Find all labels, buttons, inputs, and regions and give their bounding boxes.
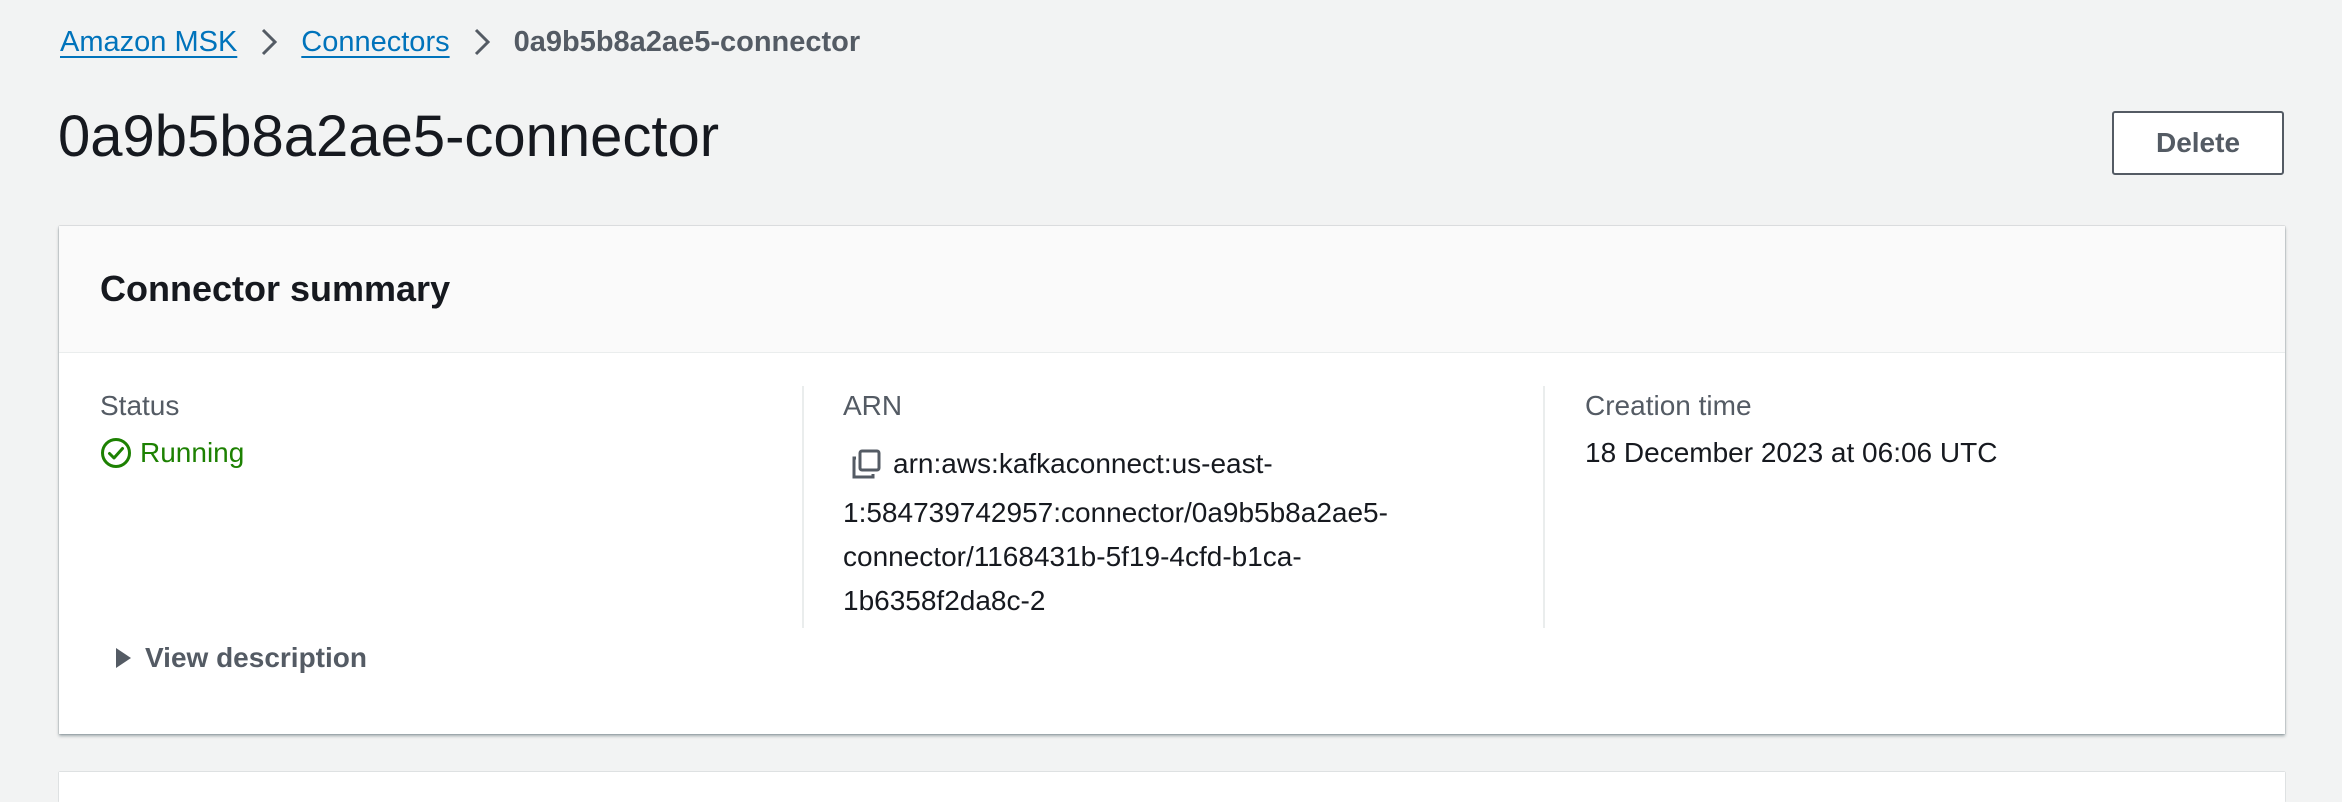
breadcrumb-link-amazon-msk[interactable]: Amazon MSK (60, 26, 237, 59)
chevron-right-icon (252, 22, 286, 62)
summary-header: Connector summary (59, 226, 2285, 353)
summary-title: Connector summary (100, 268, 451, 309)
arn-label: ARN (843, 390, 903, 421)
arn-field: ARN arn:aws:kafkaconnect:us-east- 1:5847… (843, 386, 1503, 623)
arn-line: 1b6358f2da8c-2 (843, 585, 1046, 616)
status-label: Status (100, 390, 180, 421)
status-value: Running (140, 437, 245, 468)
breadcrumb: Amazon MSK Connectors 0a9b5b8a2ae5-conne… (60, 22, 860, 62)
status-indicator: Running (100, 433, 800, 473)
delete-button[interactable]: Delete (2112, 111, 2284, 175)
view-description-label: View description (145, 642, 367, 673)
caret-right-icon (109, 644, 137, 672)
creation-time-label: Creation time (1585, 390, 1752, 421)
arn-line: connector/1168431b-5f19-4cfd-b1ca- (843, 541, 1302, 572)
chevron-right-icon (465, 22, 499, 62)
creation-time-value: 18 December 2023 at 06:06 UTC (1585, 437, 1998, 468)
column-divider (802, 386, 804, 628)
breadcrumb-link-connectors[interactable]: Connectors (301, 26, 449, 59)
column-divider (1543, 386, 1545, 628)
next-panel (59, 772, 2285, 802)
copy-icon[interactable] (849, 447, 883, 481)
view-description-toggle[interactable]: View description (109, 638, 367, 678)
page-title: 0a9b5b8a2ae5-connector (58, 104, 720, 169)
status-field: Status Running (100, 386, 800, 473)
arn-value: arn:aws:kafkaconnect:us-east- 1:58473974… (843, 437, 1503, 623)
breadcrumb-current: 0a9b5b8a2ae5-connector (513, 25, 861, 58)
check-circle-icon (100, 437, 132, 469)
arn-line: 1:584739742957:connector/0a9b5b8a2ae5- (843, 497, 1388, 528)
arn-line: arn:aws:kafkaconnect:us-east- (893, 448, 1273, 479)
connector-summary-panel: Connector summary Status Running ARN arn… (59, 226, 2285, 734)
creation-time-field: Creation time 18 December 2023 at 06:06 … (1585, 386, 2245, 473)
